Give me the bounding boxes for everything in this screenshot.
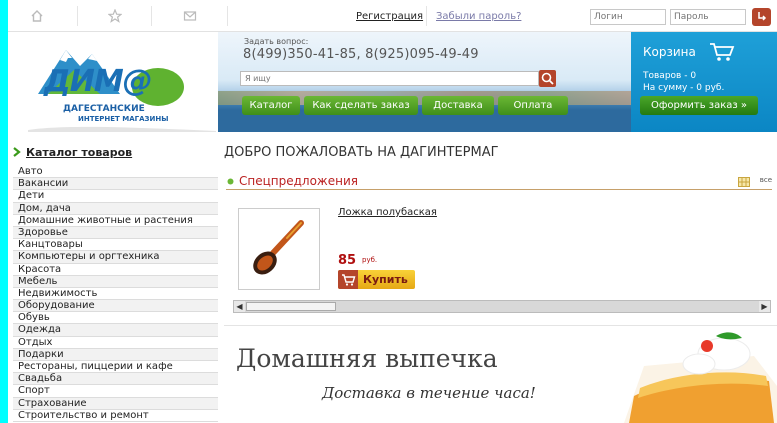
catalog-title[interactable]: Каталог товаров — [26, 146, 132, 159]
category-item[interactable]: Компьютеры и оргтехника — [13, 251, 218, 264]
promo-banner[interactable]: Домашняя выпечка Доставка в течение часа… — [224, 326, 777, 423]
category-item[interactable]: Здоровье — [13, 226, 218, 240]
buy-button[interactable]: Купить — [338, 270, 415, 289]
bullet-icon — [227, 178, 234, 185]
category-item[interactable]: Одежда — [13, 324, 218, 337]
divider — [151, 6, 152, 26]
header: ДИМ@ ДАГЕСТАНСКИЕ ИНТЕРНЕТ МАГАЗИНЫ Зада… — [8, 32, 777, 132]
category-item[interactable]: Спорт — [13, 385, 218, 398]
logo[interactable]: ДИМ@ ДАГЕСТАНСКИЕ ИНТЕРНЕТ МАГАЗИНЫ — [8, 32, 218, 132]
password-input[interactable] — [670, 9, 746, 25]
page: Регистрация Забыли пароль? ДИМ@ ДАГЕСТАН… — [8, 0, 777, 423]
category-item[interactable]: Обувь — [13, 312, 218, 325]
category-item[interactable]: Отдых — [13, 336, 218, 349]
search-button[interactable] — [539, 70, 556, 87]
category-item[interactable]: Дети — [13, 190, 218, 203]
sidebar: Каталог товаров Авто Вакансии Дети Дом, … — [8, 132, 218, 423]
product-name-link[interactable]: Ложка полубаская — [338, 207, 437, 218]
login-input[interactable] — [590, 9, 666, 25]
shopping-cart-icon[interactable] — [709, 42, 735, 62]
scroll-thumb[interactable] — [246, 302, 336, 311]
category-item[interactable]: Красота — [13, 263, 218, 276]
divider — [426, 6, 427, 26]
home-icon[interactable] — [30, 9, 44, 23]
arrow-enter-icon — [758, 12, 767, 21]
cart-item-count: Товаров - 0 — [643, 71, 697, 81]
promo-title: Домашняя выпечка — [236, 344, 498, 373]
category-item[interactable]: Страхование — [13, 397, 218, 410]
category-item[interactable]: Подарки — [13, 348, 218, 361]
scroll-left-arrow-icon[interactable]: ◀ — [234, 301, 245, 312]
category-item[interactable]: Оборудование — [13, 300, 218, 313]
nav-delivery[interactable]: Доставка — [422, 96, 494, 115]
top-bar: Регистрация Забыли пароль? — [8, 0, 777, 32]
forgot-password-link[interactable]: Забыли пароль? — [436, 11, 521, 22]
register-link[interactable]: Регистрация — [356, 11, 423, 22]
search-icon — [541, 72, 554, 85]
main-content: ДОБРО ПОЖАЛОВАТЬ НА ДАГИНТЕРМАГ Спецпред… — [224, 132, 777, 423]
favorite-star-icon[interactable] — [108, 9, 122, 23]
cart-total-sum: На сумму - 0 руб. — [643, 83, 725, 93]
divider — [227, 6, 228, 26]
header-banner: Задать вопрос: 8(499)350-41-85, 8(925)09… — [218, 32, 631, 132]
logo-text: ДИМ@ — [44, 64, 153, 99]
logo-subtitle-2: ИНТЕРНЕТ МАГАЗИНЫ — [78, 115, 169, 123]
category-item[interactable]: Рестораны, пиццерии и кафе — [13, 361, 218, 374]
ask-question-label: Задать вопрос: — [244, 37, 309, 46]
phone-numbers: 8(499)350-41-85, 8(925)095-49-49 — [243, 47, 479, 62]
carousel-scrollbar[interactable]: ◀ ▶ — [233, 300, 771, 313]
cart-title[interactable]: Корзина — [643, 45, 696, 59]
category-item[interactable]: Авто — [13, 166, 218, 179]
category-list: Авто Вакансии Дети Дом, дача Домашние жи… — [13, 166, 218, 422]
page-title: ДОБРО ПОЖАЛОВАТЬ НА ДАГИНТЕРМАГ — [224, 145, 499, 160]
mail-icon[interactable] — [183, 9, 197, 23]
category-item[interactable]: Свадьба — [13, 373, 218, 386]
scroll-right-arrow-icon[interactable]: ▶ — [759, 301, 770, 312]
chevron-right-icon — [13, 147, 21, 157]
nav-payment[interactable]: Оплата — [498, 96, 568, 115]
nav-catalog[interactable]: Каталог — [242, 96, 300, 115]
category-item[interactable]: Вакансии — [13, 178, 218, 191]
spoon-image — [253, 220, 304, 275]
grid-view-icon[interactable] — [738, 177, 750, 187]
category-item[interactable]: Мебель — [13, 275, 218, 288]
special-offers-title: Спецпредложения — [239, 174, 358, 188]
category-item[interactable]: Канцтовары — [13, 239, 218, 252]
category-item[interactable]: Строительство и ремонт — [13, 409, 218, 422]
price-currency: руб. — [362, 256, 378, 264]
checkout-button[interactable]: Оформить заказ » — [640, 96, 758, 115]
product-price: 85 — [338, 253, 357, 268]
all-offers-link[interactable]: все — [760, 176, 772, 184]
promo-subtitle: Доставка в течение часа! — [322, 384, 536, 402]
search-input[interactable] — [240, 71, 539, 86]
category-item[interactable]: Недвижимость — [13, 287, 218, 301]
nav-how-to-order[interactable]: Как сделать заказ — [304, 96, 418, 115]
logo-subtitle-1: ДАГЕСТАНСКИЕ — [63, 104, 145, 114]
cart-icon — [338, 270, 358, 289]
login-button[interactable] — [752, 8, 771, 26]
divider — [77, 6, 78, 26]
cake-image — [624, 332, 777, 423]
category-item[interactable]: Дом, дача — [13, 202, 218, 215]
special-offers-header: Спецпредложения все — [226, 174, 772, 190]
catalog-header: Каталог товаров — [12, 144, 218, 160]
buy-button-label: Купить — [363, 273, 408, 286]
product-image[interactable] — [238, 208, 320, 290]
category-item[interactable]: Домашние животные и растения — [13, 214, 218, 227]
cart-box: Корзина Товаров - 0 На сумму - 0 руб. Оф… — [631, 32, 777, 132]
